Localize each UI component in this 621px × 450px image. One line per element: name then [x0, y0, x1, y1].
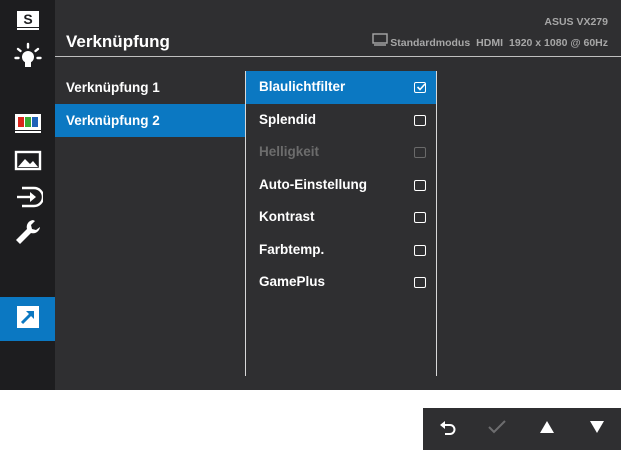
sidebar-item-input-select[interactable] — [0, 180, 55, 218]
checkbox[interactable] — [414, 212, 426, 223]
checkbox[interactable] — [414, 277, 426, 288]
color-icon — [13, 110, 43, 141]
sidebar-item-image[interactable] — [0, 144, 55, 182]
monitor-icon — [372, 33, 388, 49]
option-farbtemp[interactable]: Farbtemp. — [246, 234, 436, 267]
checkbox-checked[interactable] — [414, 82, 426, 93]
page-title: Verknüpfung — [66, 32, 170, 51]
sidebar-item-color[interactable] — [0, 106, 55, 144]
check-icon — [487, 419, 507, 440]
checkbox[interactable] — [414, 114, 426, 126]
model-name: ASUS VX279 — [544, 16, 608, 28]
image-icon — [13, 149, 43, 178]
option-blaulichtfilter[interactable]: Blaulichtfilter — [246, 71, 436, 104]
confirm-key[interactable] — [472, 408, 521, 450]
input-select-icon — [13, 183, 44, 216]
menu-item-shortcut-2[interactable]: Verknüpfung 2 — [55, 104, 245, 137]
option-label: Kontrast — [259, 209, 315, 224]
option-gameplus[interactable]: GamePlus — [246, 266, 436, 299]
input-label: HDMI — [476, 37, 504, 49]
checkbox-disabled — [414, 147, 426, 158]
header-divider — [55, 56, 621, 57]
status-bar: Standardmodus HDMI 1920 x 1080 @ 60Hz — [372, 33, 608, 49]
option-label: Splendid — [259, 111, 316, 127]
down-key[interactable] — [572, 408, 621, 450]
column-divider-right — [436, 71, 437, 376]
triangle-up-icon — [539, 420, 555, 439]
menu-item-shortcut-1[interactable]: Verknüpfung 1 — [55, 71, 245, 104]
shortcut-function-list: Blaulichtfilter Splendid Helligkeit Auto… — [246, 71, 436, 299]
option-label: Farbtemp. — [259, 241, 325, 257]
sidebar: S — [0, 0, 55, 390]
option-kontrast[interactable]: Kontrast — [246, 201, 436, 234]
option-helligkeit: Helligkeit — [246, 136, 436, 169]
option-label: GamePlus — [259, 274, 326, 289]
up-key[interactable] — [522, 408, 571, 450]
blue-light-icon — [13, 41, 43, 76]
option-splendid[interactable]: Splendid — [246, 104, 436, 137]
wrench-icon — [13, 217, 43, 252]
option-label: Helligkeit — [259, 144, 320, 159]
osd-menu: S ASUS VX279 Standardmodus HDMI 1920 x 1… — [0, 0, 621, 390]
shortcut-arrow-icon — [15, 304, 41, 335]
navigation-key-bar — [423, 408, 621, 450]
sidebar-item-splendid[interactable]: S — [0, 3, 55, 41]
option-auto-einstellung[interactable]: Auto-Einstellung — [246, 169, 436, 202]
sidebar-item-shortcut[interactable] — [0, 297, 55, 341]
option-label: Blaulichtfilter — [259, 79, 346, 94]
splendid-s-label: S — [23, 11, 32, 27]
shortcut-slot-list: Verknüpfung 1 Verknüpfung 2 — [55, 71, 245, 137]
sidebar-item-blue-light[interactable] — [0, 39, 55, 77]
back-arrow-icon — [439, 419, 457, 440]
mode-label: Standardmodus — [390, 37, 471, 49]
sidebar-item-system-setup[interactable] — [0, 215, 55, 253]
resolution-label: 1920 x 1080 @ 60Hz — [509, 37, 608, 49]
triangle-down-icon — [589, 420, 605, 439]
checkbox[interactable] — [414, 244, 426, 256]
back-key[interactable] — [423, 408, 472, 450]
option-label: Auto-Einstellung — [259, 176, 367, 192]
splendid-s-icon: S — [15, 8, 41, 37]
checkbox[interactable] — [414, 179, 426, 191]
splendid-mode: Standardmodus — [372, 33, 470, 49]
